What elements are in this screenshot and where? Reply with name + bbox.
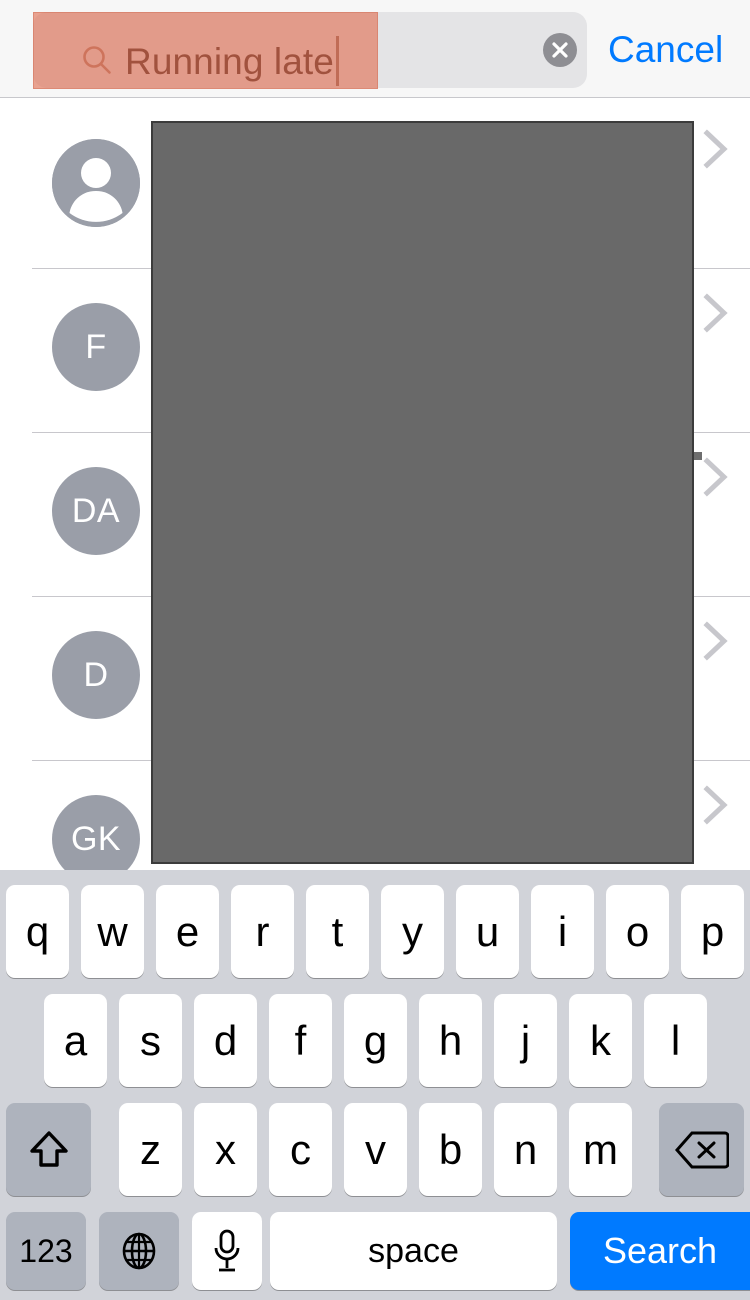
- key-m[interactable]: m: [569, 1103, 632, 1196]
- globe-icon: [118, 1230, 160, 1272]
- search-input[interactable]: Running late: [33, 12, 587, 88]
- key-z[interactable]: z: [119, 1103, 182, 1196]
- key-k[interactable]: k: [569, 994, 632, 1087]
- avatar: DA: [52, 467, 140, 555]
- chevron-right-icon[interactable]: [703, 457, 729, 497]
- key-l[interactable]: l: [644, 994, 707, 1087]
- key-j[interactable]: j: [494, 994, 557, 1087]
- key-g[interactable]: g: [344, 994, 407, 1087]
- chevron-right-icon[interactable]: [703, 785, 729, 825]
- key-backspace[interactable]: [659, 1103, 744, 1196]
- key-v[interactable]: v: [344, 1103, 407, 1196]
- key-search-return[interactable]: Search: [570, 1212, 750, 1290]
- cancel-button[interactable]: Cancel: [608, 22, 723, 78]
- app-screen: Running late Cancel F DA D GK q w e r t …: [0, 0, 750, 1300]
- key-b[interactable]: b: [419, 1103, 482, 1196]
- key-t[interactable]: t: [306, 885, 369, 978]
- avatar: F: [52, 303, 140, 391]
- backspace-delete-icon: [674, 1130, 729, 1170]
- shift-arrow-icon: [26, 1127, 72, 1173]
- key-a[interactable]: a: [44, 994, 107, 1087]
- magnifier-icon: [80, 43, 114, 77]
- key-f[interactable]: f: [269, 994, 332, 1087]
- key-h[interactable]: h: [419, 994, 482, 1087]
- key-globe[interactable]: [99, 1212, 179, 1290]
- avatar: [52, 139, 140, 227]
- key-d[interactable]: d: [194, 994, 257, 1087]
- key-x[interactable]: x: [194, 1103, 257, 1196]
- key-numbers[interactable]: 123: [6, 1212, 86, 1290]
- key-w[interactable]: w: [81, 885, 144, 978]
- microphone-icon: [210, 1228, 244, 1274]
- clear-search-icon[interactable]: [543, 33, 577, 67]
- key-o[interactable]: o: [606, 885, 669, 978]
- chevron-right-icon[interactable]: [703, 129, 729, 169]
- key-space[interactable]: space: [270, 1212, 557, 1290]
- key-q[interactable]: q: [6, 885, 69, 978]
- search-header: Running late Cancel: [0, 0, 750, 98]
- onscreen-keyboard[interactable]: q w e r t y u i o p a s d f g h j k l z …: [0, 870, 750, 1300]
- list-dot-marker: [694, 452, 702, 460]
- search-query-text: Running late: [125, 41, 334, 82]
- chevron-right-icon[interactable]: [703, 621, 729, 661]
- chevron-right-icon[interactable]: [703, 293, 729, 333]
- key-c[interactable]: c: [269, 1103, 332, 1196]
- key-e[interactable]: e: [156, 885, 219, 978]
- key-s[interactable]: s: [119, 994, 182, 1087]
- key-y[interactable]: y: [381, 885, 444, 978]
- text-caret: [336, 36, 339, 86]
- avatar: D: [52, 631, 140, 719]
- key-shift[interactable]: [6, 1103, 91, 1196]
- key-dictation[interactable]: [192, 1212, 262, 1290]
- key-i[interactable]: i: [531, 885, 594, 978]
- content-occlusion-overlay: [151, 121, 694, 864]
- key-r[interactable]: r: [231, 885, 294, 978]
- key-n[interactable]: n: [494, 1103, 557, 1196]
- key-u[interactable]: u: [456, 885, 519, 978]
- key-p[interactable]: p: [681, 885, 744, 978]
